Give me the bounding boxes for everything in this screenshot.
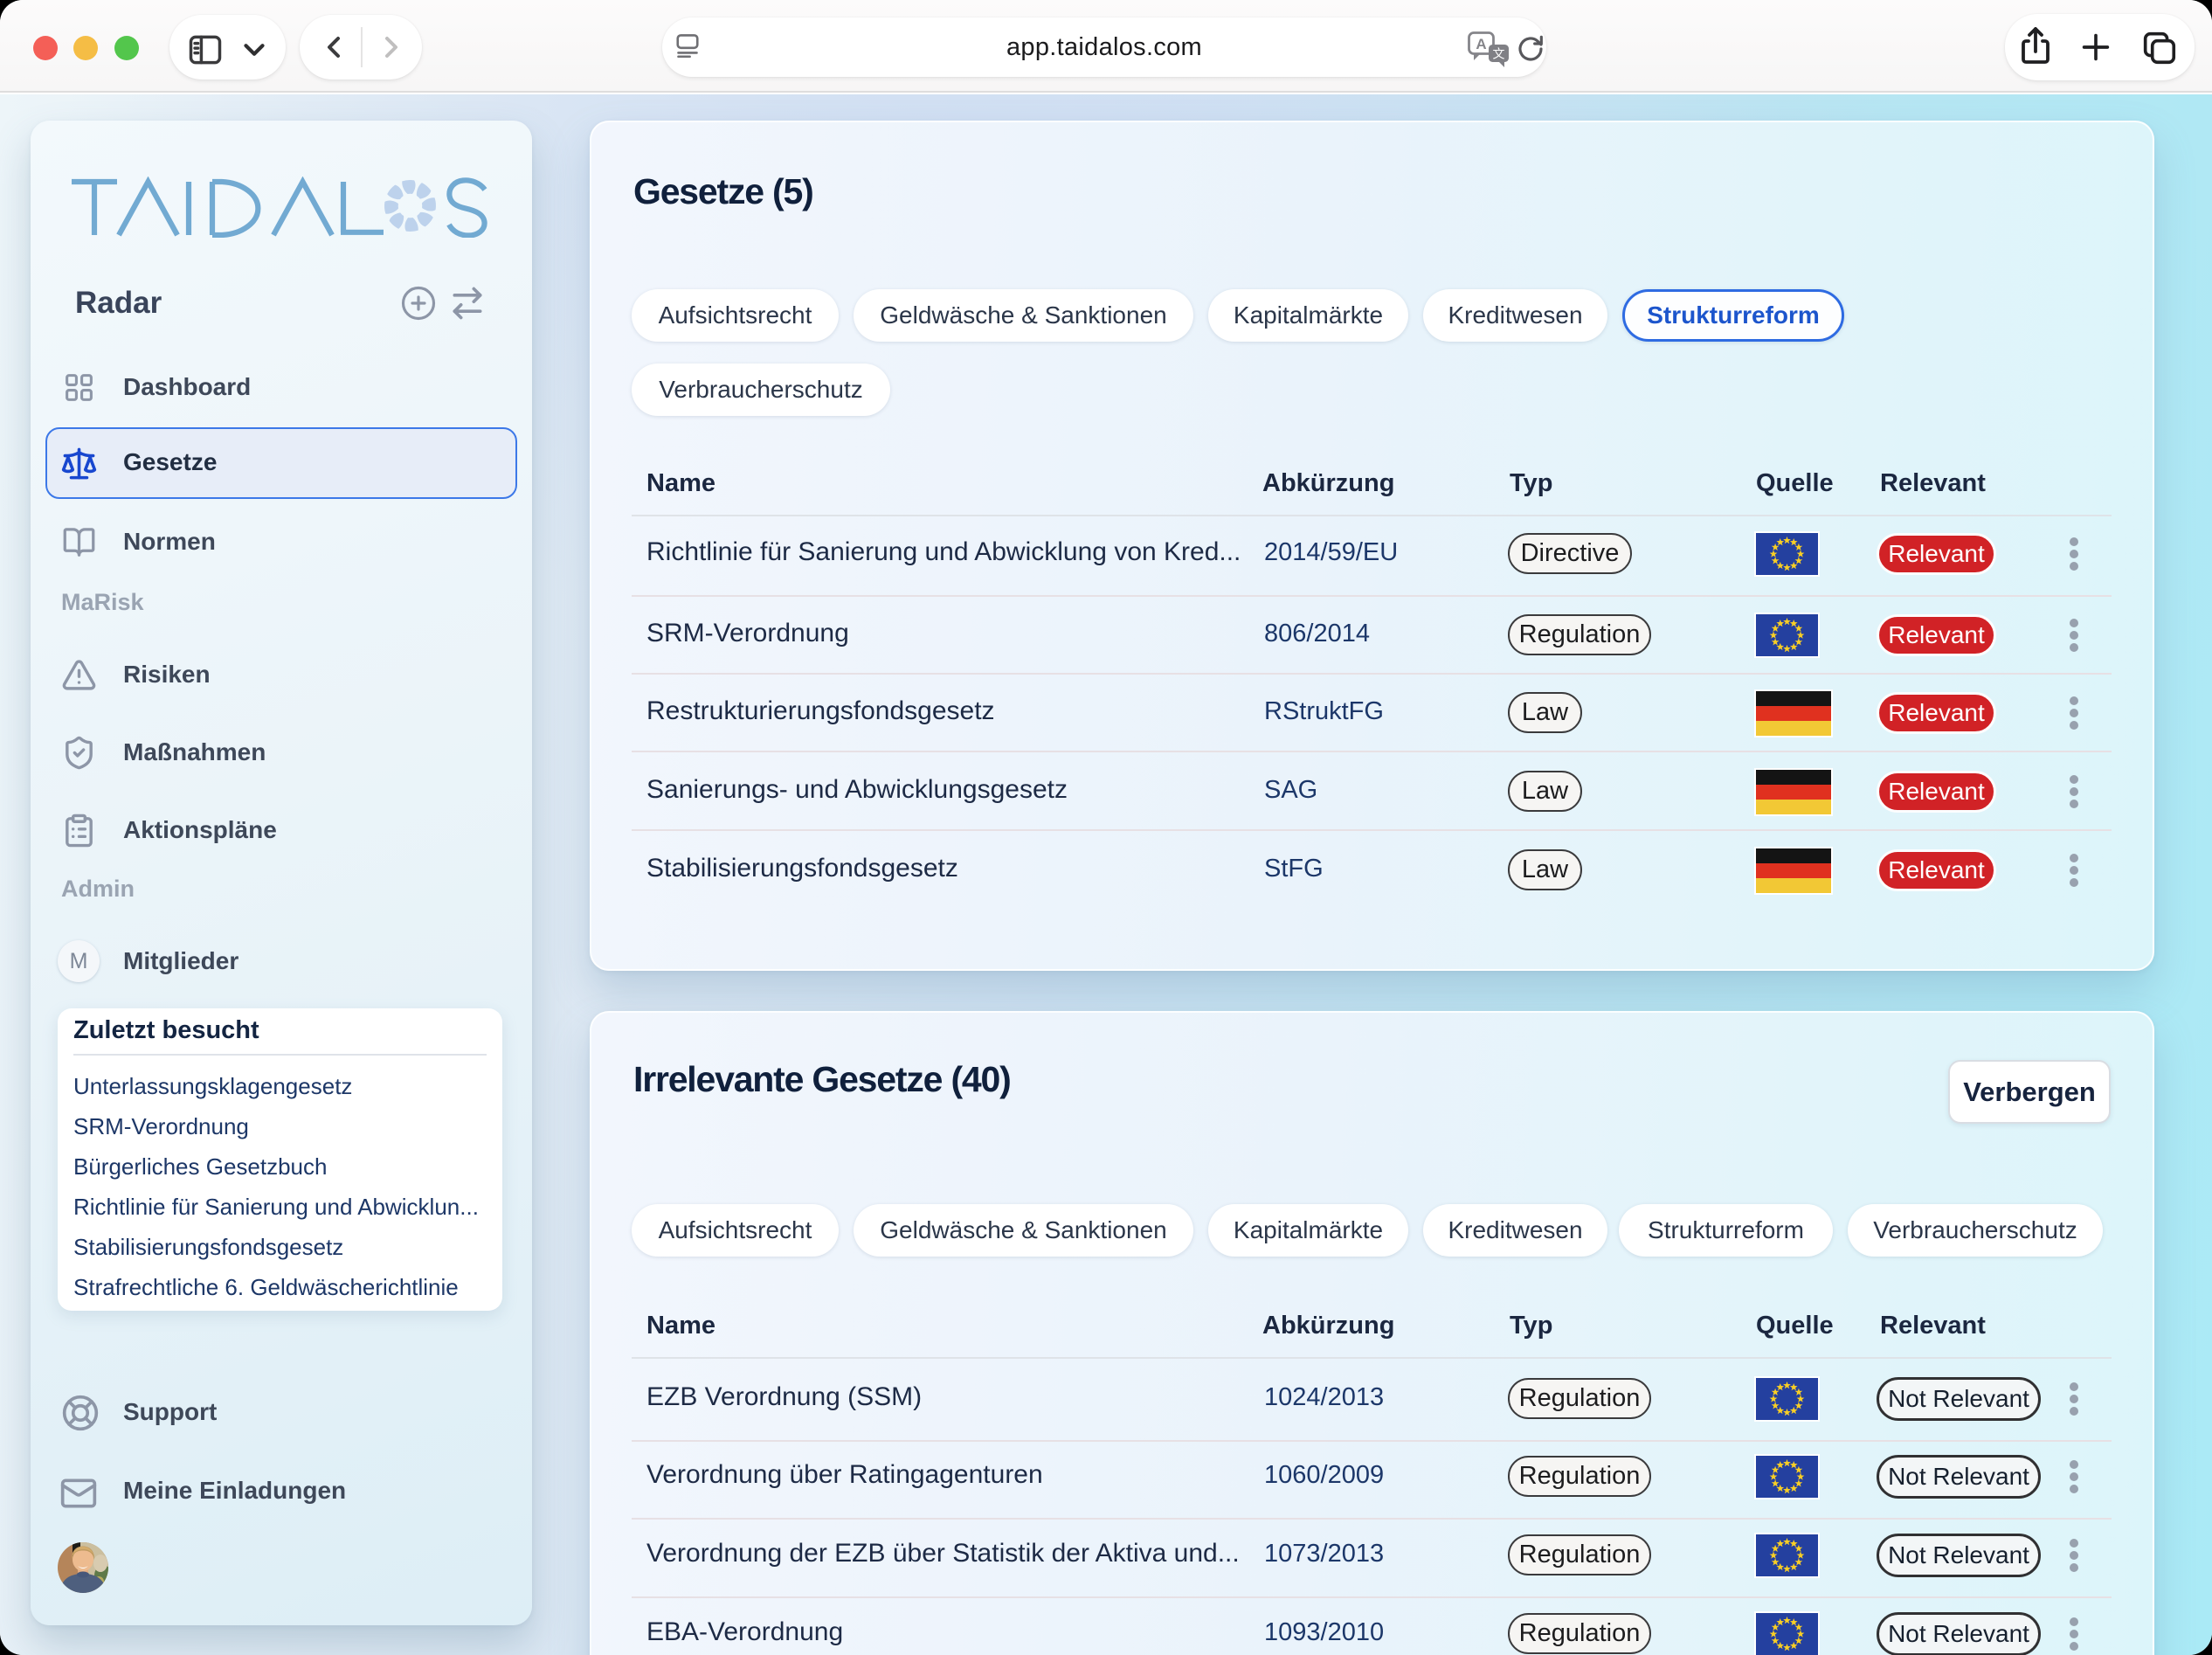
svg-text:A: A: [1476, 36, 1486, 52]
svg-text:文: 文: [1493, 47, 1505, 61]
